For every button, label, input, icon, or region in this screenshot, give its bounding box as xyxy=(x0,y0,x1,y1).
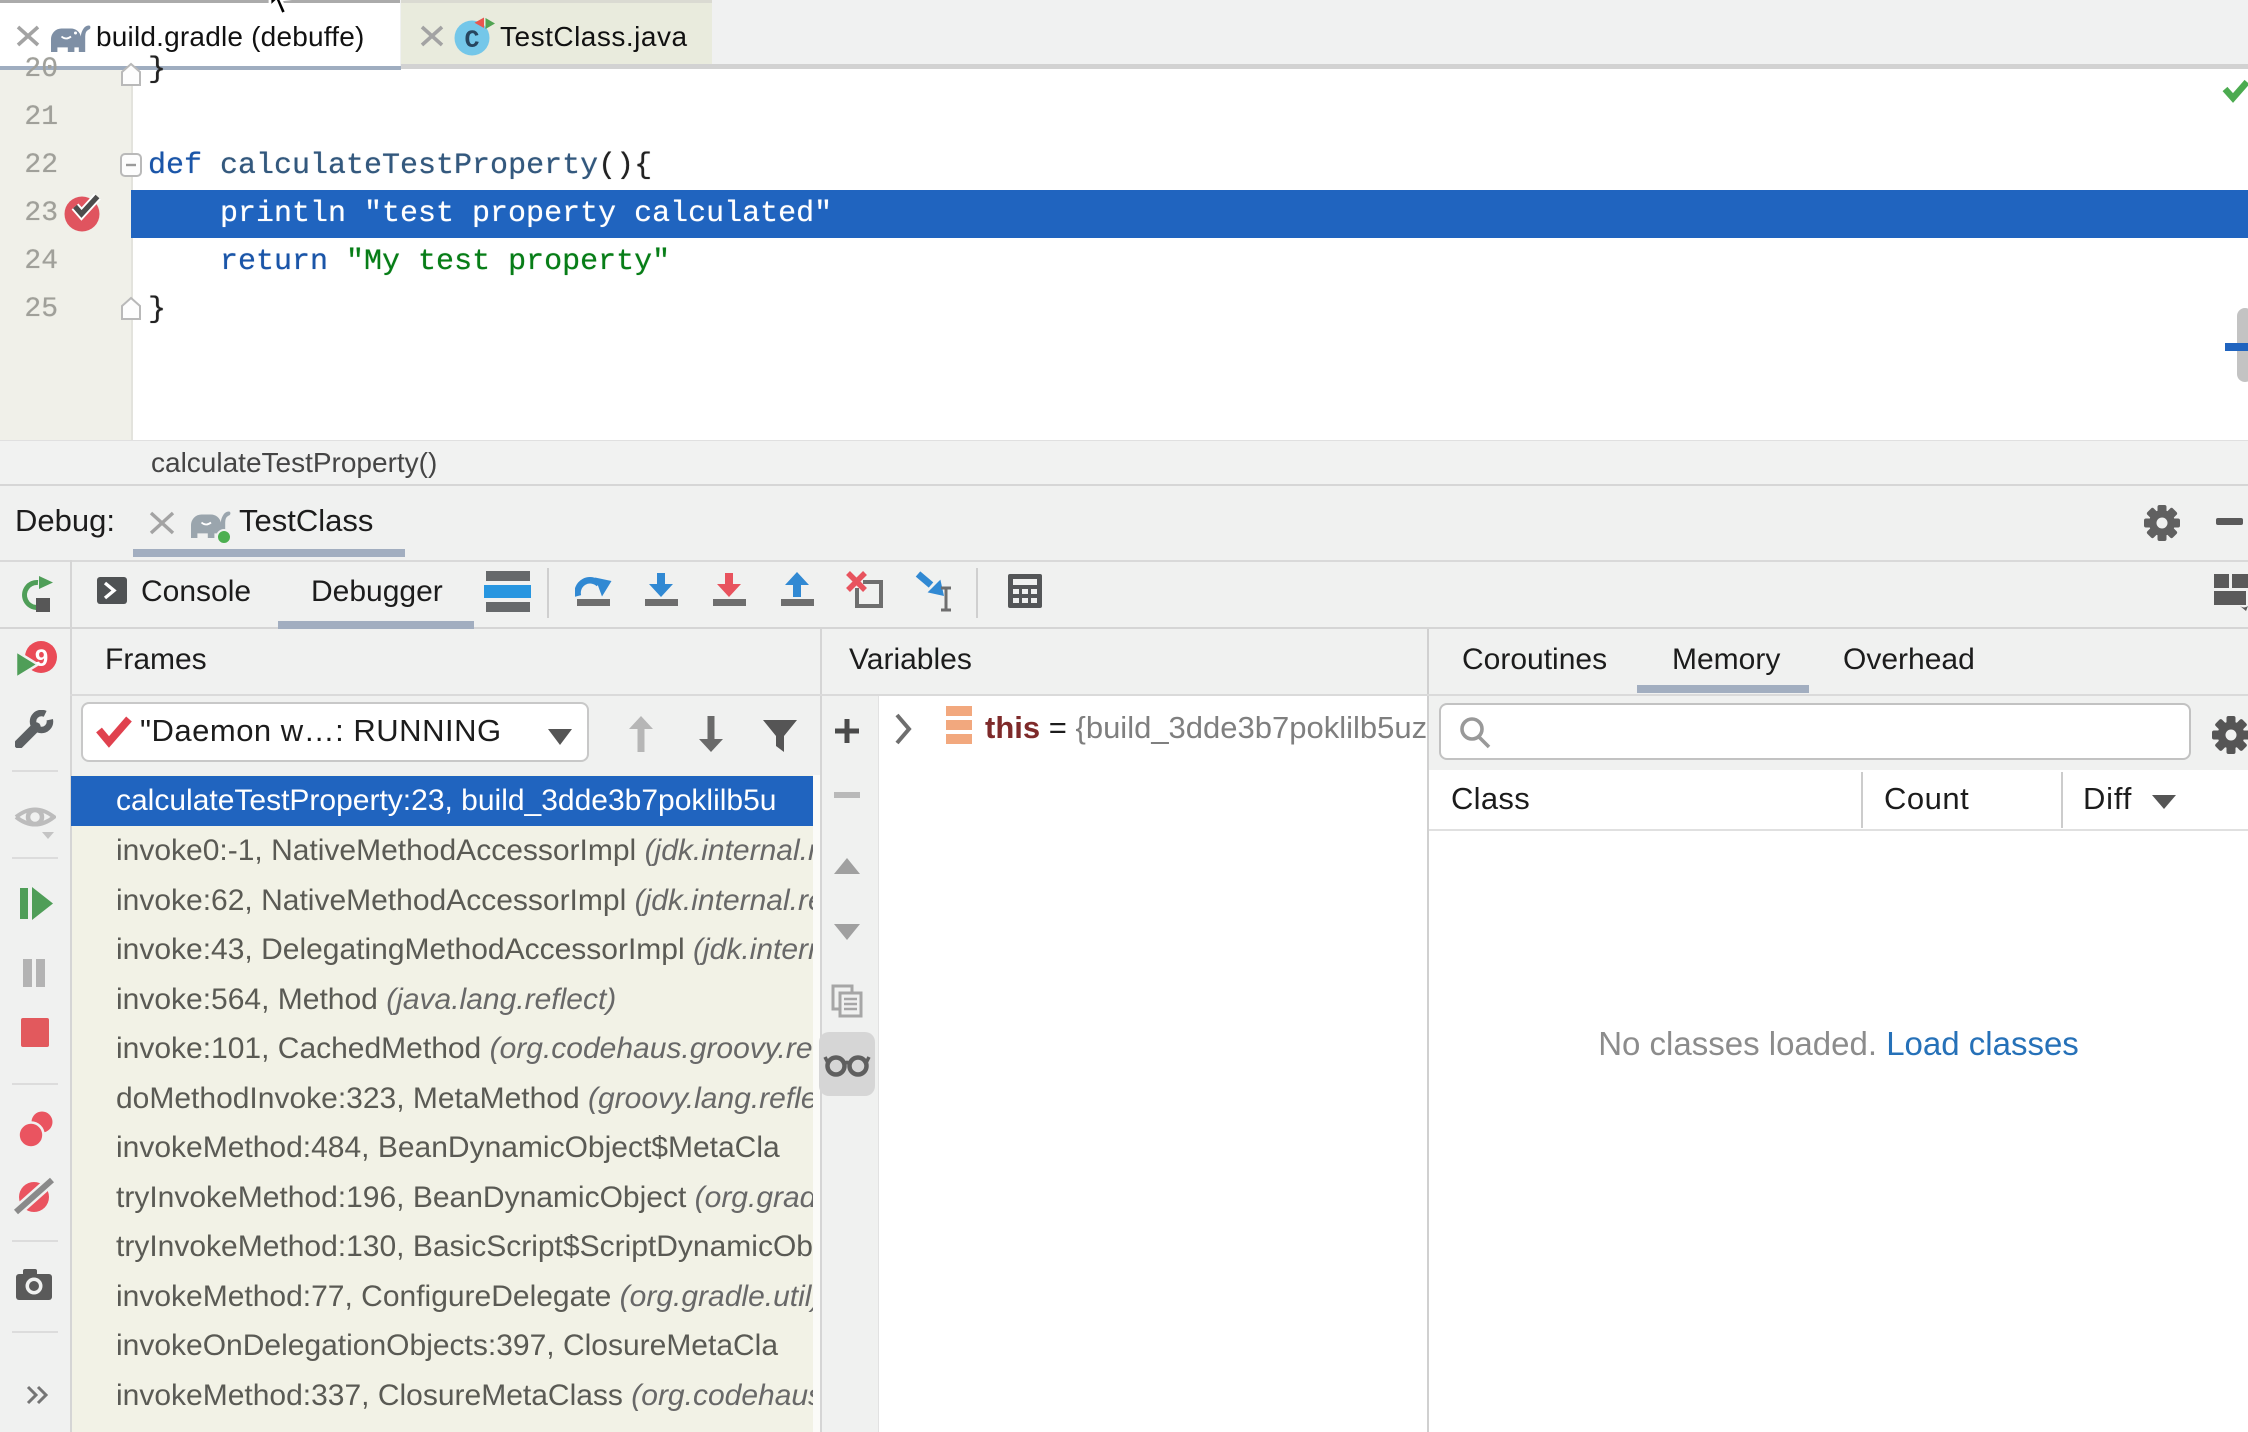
svg-text:9: 9 xyxy=(35,645,48,672)
svg-text:C: C xyxy=(464,26,479,55)
